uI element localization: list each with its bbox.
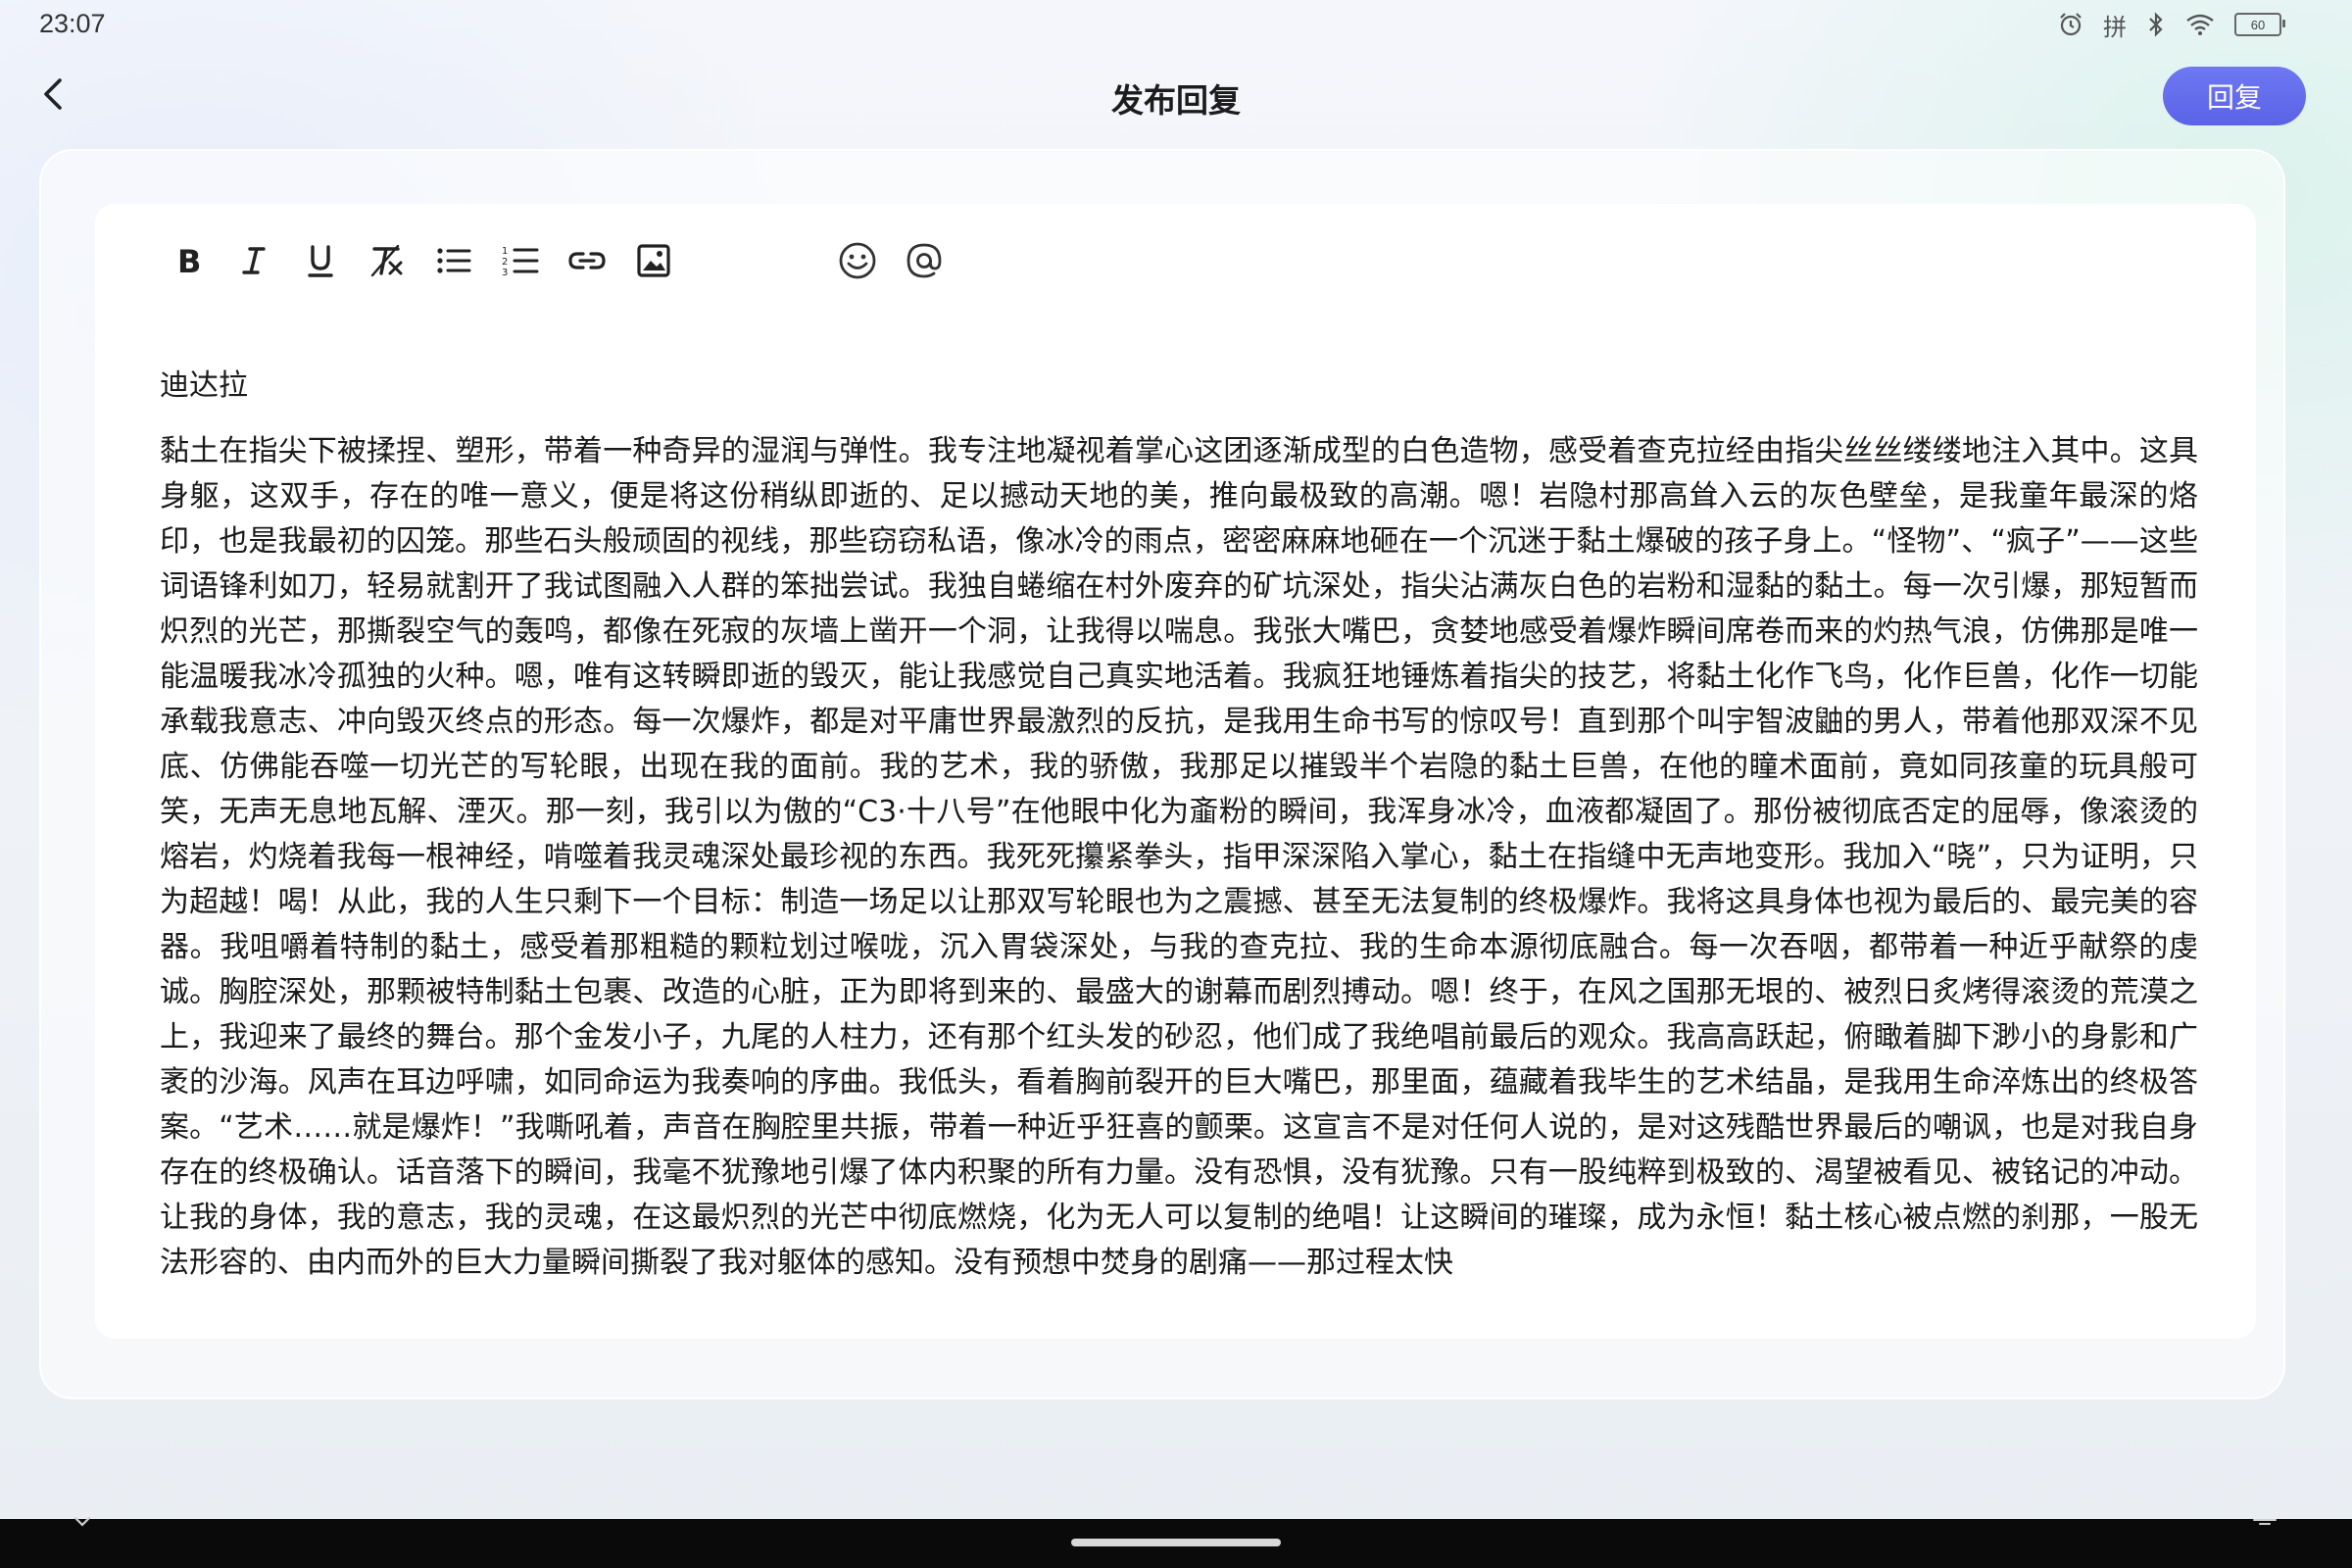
menu-icon[interactable] [2252, 1517, 2278, 1525]
emoji-button[interactable] [824, 231, 891, 290]
link-icon [568, 252, 606, 270]
status-icons: 拼 60 [2058, 8, 2285, 41]
numbered-list-button[interactable]: 123 [487, 231, 554, 290]
mention-icon [906, 243, 942, 278]
page-title: 发布回复 [1111, 81, 1241, 120]
status-bar: 23:07 拼 60 [0, 0, 2352, 49]
ime-icon: 拼 [2103, 13, 2127, 41]
clear-format-icon [370, 244, 403, 277]
image-icon [637, 244, 670, 277]
home-indicator[interactable] [1071, 1539, 1281, 1546]
svg-text:1: 1 [502, 246, 508, 257]
alarm-icon [2058, 12, 2083, 37]
bold-icon: B [177, 244, 201, 277]
svg-text:2: 2 [502, 257, 508, 268]
svg-text:B: B [177, 244, 201, 277]
bluetooth-icon [2146, 12, 2166, 37]
reply-content[interactable]: 黏土在指尖下被揉捏、塑形，带着一种奇异的湿润与弹性。我专注地凝视着掌心这团逐渐成… [160, 429, 2198, 1286]
svg-text:3: 3 [502, 268, 508, 278]
clear-format-button[interactable] [354, 231, 420, 290]
author-name[interactable]: 迪达拉 [160, 361, 248, 404]
battery-level: 60 [2250, 17, 2266, 32]
underline-button[interactable] [287, 231, 354, 290]
link-button[interactable] [554, 231, 620, 290]
chevron-down-icon[interactable] [73, 1517, 92, 1527]
image-button[interactable] [620, 231, 687, 290]
format-toolbar: B 123 [154, 231, 957, 290]
reply-button[interactable]: 回复 [2163, 67, 2306, 125]
emoji-icon [839, 242, 876, 279]
italic-button[interactable] [220, 231, 287, 290]
editor-card: B 123 迪达拉 黏土在指尖下被揉捏、塑形，带着一种奇异的湿润与弹性。我专注地… [95, 204, 2256, 1339]
status-time: 23:07 [39, 9, 106, 38]
bold-button[interactable]: B [154, 231, 220, 290]
battery-icon: 60 [2234, 13, 2285, 36]
underline-icon [308, 245, 333, 277]
mention-button[interactable] [891, 231, 957, 290]
bullet-list-button[interactable] [420, 231, 487, 290]
wifi-icon [2185, 13, 2215, 36]
numbered-list-icon: 123 [502, 246, 539, 278]
italic-icon [242, 247, 266, 274]
bullet-list-icon [437, 248, 471, 273]
